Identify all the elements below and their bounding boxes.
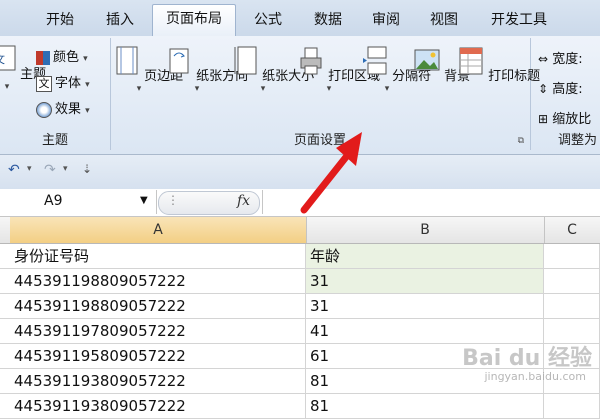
cell-a4[interactable]: 445391197809057222 — [10, 319, 306, 343]
theme-fonts-label: 字体 — [55, 76, 82, 91]
undo-icon[interactable]: ↶ — [8, 162, 20, 178]
width-icon: ⇔ — [538, 52, 549, 66]
tab-insert[interactable]: 插入 — [92, 6, 148, 34]
breaks-button[interactable]: 分隔符 ▾ — [362, 46, 431, 94]
cell-c1[interactable] — [544, 244, 600, 268]
cell-a5[interactable]: 445391195809057222 — [10, 344, 306, 368]
tab-data[interactable]: 数据 — [300, 6, 356, 34]
width-control[interactable]: ⇔ 宽度: — [538, 48, 583, 67]
cell-b7[interactable]: 81 — [306, 394, 544, 418]
cell-a3[interactable]: 445391198809057222 — [10, 294, 306, 318]
chevron-down-icon: ▾ — [260, 84, 266, 94]
cell-a1[interactable]: 身份证号码 — [10, 244, 306, 268]
chevron-down-icon: ▾ — [4, 82, 10, 92]
theme-group-label: 主题 — [41, 133, 68, 148]
tab-developer[interactable]: 开发工具 — [478, 6, 560, 34]
column-header-a[interactable]: A — [10, 217, 307, 243]
colors-icon — [36, 50, 50, 65]
chevron-down-icon[interactable]: ▼ — [140, 195, 148, 206]
table-row: 身份证号码 年龄 — [0, 244, 600, 269]
theme-colors-label: 颜色 — [53, 50, 80, 65]
chevron-down-icon: ▾ — [85, 106, 90, 116]
themes-icon: 文 — [0, 45, 16, 71]
chevron-down-icon: ▾ — [194, 84, 200, 94]
formula-controls: ⋮ fx — [158, 191, 260, 215]
scale-group-label: 调整为 — [558, 133, 598, 148]
orientation-icon — [169, 48, 189, 74]
background-image-icon — [414, 49, 440, 71]
grip-icon: ⋮ — [167, 193, 179, 207]
themes-button[interactable]: 文 主题 ▾ — [0, 44, 46, 92]
name-box[interactable]: A9 ▼ — [0, 190, 157, 214]
scale-control[interactable]: ⊞ 缩放比 — [538, 108, 591, 127]
height-control[interactable]: ⇕ 高度: — [538, 78, 583, 97]
ribbon-tab-bar: 开始 插入 页面布局 公式 数据 审阅 视图 开发工具 — [0, 0, 600, 38]
chevron-down-icon: ▾ — [384, 84, 390, 94]
chevron-down-icon: ▾ — [83, 54, 88, 64]
theme-fonts-button[interactable]: 文字体 ▾ — [36, 72, 90, 92]
size-button[interactable]: 纸张大小 ▾ — [232, 46, 314, 94]
table-row: 445391193809057222 81 — [0, 394, 600, 419]
theme-effects-label: 效果 — [55, 102, 82, 117]
cell-b3[interactable]: 31 — [306, 294, 544, 318]
column-header-c[interactable]: C — [544, 217, 600, 243]
dialog-launcher-icon[interactable]: ⧉ — [518, 136, 524, 146]
scale-label: 缩放比 — [552, 112, 592, 127]
scale-icon: ⊞ — [538, 112, 549, 126]
tab-page-layout[interactable]: 页面布局 — [152, 4, 236, 38]
table-row: 445391198809057222 31 — [0, 294, 600, 319]
height-label: 高度: — [552, 82, 583, 97]
margins-button[interactable]: 页边距 ▾ — [114, 46, 183, 94]
scale-to-fit-group: ⇔ 宽度: ⇕ 高度: ⊞ 缩放比 调整为 — [530, 38, 600, 150]
column-header-b[interactable]: B — [306, 217, 545, 243]
page-size-icon — [234, 46, 257, 75]
theme-group: 文 主题 ▾ 颜色 ▾ 文字体 ▾ 效果 ▾ 主题 — [0, 38, 111, 150]
print-titles-button[interactable]: 打印标题 — [458, 46, 540, 84]
chevron-down-icon: ▾ — [136, 84, 142, 94]
tab-formulas[interactable]: 公式 — [240, 6, 296, 34]
theme-colors-button[interactable]: 颜色 ▾ — [36, 46, 88, 65]
column-header-row: A B C — [0, 217, 600, 244]
print-area-icon — [300, 47, 322, 75]
cell-a7[interactable]: 445391193809057222 — [10, 394, 306, 418]
chevron-down-icon[interactable]: ▾ — [63, 164, 68, 174]
cell-c2[interactable] — [544, 269, 600, 293]
tab-home[interactable]: 开始 — [32, 6, 88, 34]
redo-icon[interactable]: ↷ — [44, 162, 56, 178]
background-button[interactable]: 背景 — [414, 46, 470, 84]
chevron-down-icon: ▾ — [85, 80, 90, 90]
chevron-down-icon: ▾ — [326, 84, 332, 94]
page-break-icon — [363, 46, 387, 75]
print-titles-icon — [459, 47, 483, 75]
watermark-url: jingyan.baidu.com — [484, 370, 586, 383]
cell-b1[interactable]: 年龄 — [306, 244, 544, 268]
name-box-value: A9 — [44, 193, 63, 209]
cell-c3[interactable] — [544, 294, 600, 318]
chevron-down-icon[interactable]: ▾ — [27, 164, 32, 174]
table-row: 445391198809057222 31 — [0, 269, 600, 294]
cell-c7[interactable] — [544, 394, 600, 418]
svg-text:文: 文 — [0, 52, 5, 66]
cell-a2[interactable]: 445391198809057222 — [10, 269, 306, 293]
margins-icon — [116, 46, 138, 75]
tab-review[interactable]: 审阅 — [358, 6, 414, 34]
width-label: 宽度: — [552, 52, 583, 67]
watermark-logo: Bai du 经验 — [462, 346, 592, 371]
customize-toolbar-icon[interactable]: ⇣ — [82, 162, 92, 176]
annotation-arrow-icon — [300, 132, 362, 214]
theme-effects-button[interactable]: 效果 ▾ — [36, 98, 90, 118]
cell-a6[interactable]: 445391193809057222 — [10, 369, 306, 393]
tab-view[interactable]: 视图 — [416, 6, 472, 34]
orientation-button[interactable]: 纸张方向 ▾ — [166, 46, 248, 94]
insert-function-icon[interactable]: fx — [237, 193, 250, 209]
effects-icon — [36, 101, 52, 118]
cell-b2[interactable]: 31 — [306, 269, 544, 293]
height-icon: ⇕ — [538, 82, 549, 96]
fonts-icon: 文 — [36, 75, 52, 92]
print-area-button[interactable]: 打印区域 ▾ — [298, 46, 380, 94]
